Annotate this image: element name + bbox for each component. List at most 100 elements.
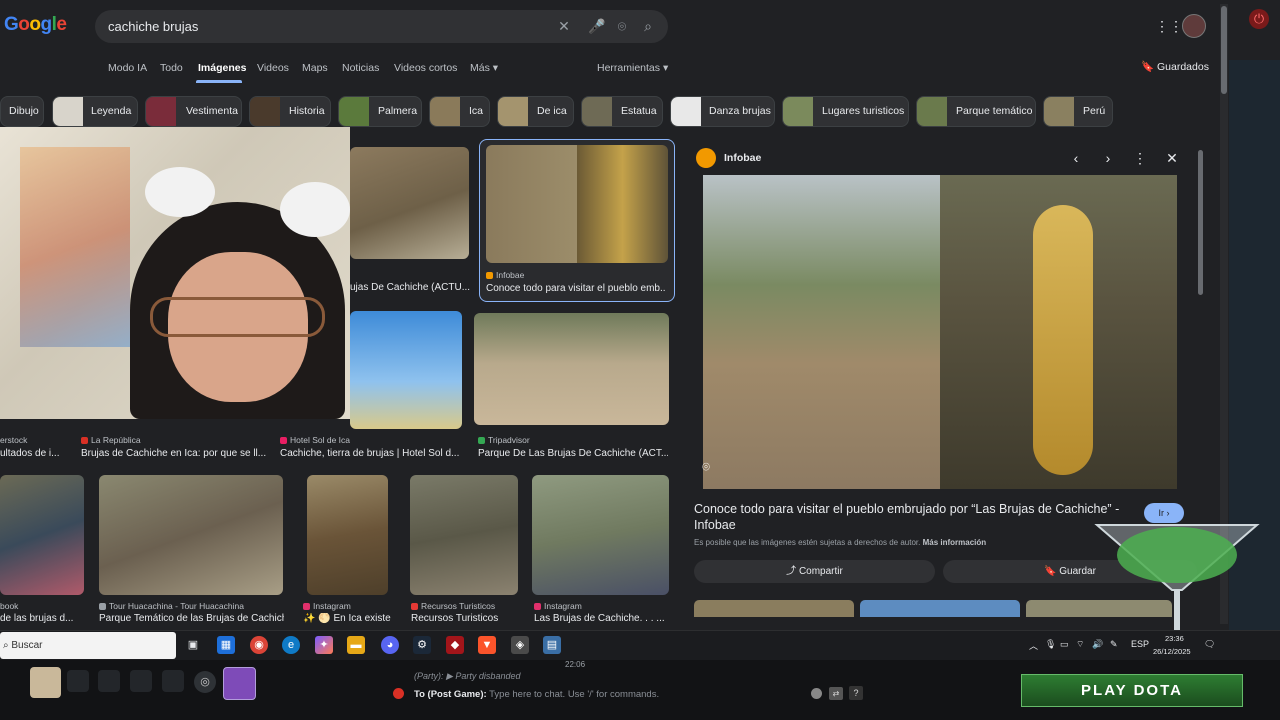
- chip-vestimenta[interactable]: Vestimenta: [145, 96, 242, 127]
- clear-icon[interactable]: ✕: [556, 18, 572, 34]
- related-image[interactable]: [860, 600, 1020, 617]
- store-icon[interactable]: ▦: [217, 636, 235, 654]
- chip-ica[interactable]: Ica: [429, 96, 490, 127]
- lens-search-icon[interactable]: ⌾: [697, 458, 715, 476]
- google-logo[interactable]: Google: [4, 14, 67, 36]
- more-options-icon[interactable]: ⋮: [1131, 149, 1149, 167]
- tools-button[interactable]: Herramientas ▾: [597, 62, 668, 74]
- result-image[interactable]: [350, 147, 469, 259]
- tab-todo[interactable]: Todo: [160, 62, 183, 74]
- translate-icon[interactable]: ⇄: [829, 687, 843, 700]
- page-scroll-thumb[interactable]: [1221, 6, 1227, 94]
- result-image[interactable]: [474, 313, 669, 425]
- volume-icon[interactable]: 🔊: [1092, 639, 1103, 650]
- apps-grid-icon[interactable]: ⋮⋮: [1155, 18, 1183, 34]
- chip-estatua[interactable]: Estatua: [581, 96, 663, 127]
- help-icon[interactable]: ?: [849, 686, 863, 700]
- chip-parque-tematico[interactable]: Parque temático: [916, 96, 1036, 127]
- file-explorer-icon[interactable]: ▬: [347, 636, 365, 654]
- result-image[interactable]: [532, 475, 669, 595]
- search-icon[interactable]: ⌕: [640, 18, 656, 34]
- search-input[interactable]: cachiche brujas: [108, 19, 198, 34]
- panel-source[interactable]: Infobae: [724, 152, 761, 164]
- app-icon[interactable]: ◈: [511, 636, 529, 654]
- tab-images[interactable]: Imágenes: [198, 62, 246, 74]
- play-dota-button[interactable]: PLAY DOTA: [1021, 674, 1243, 707]
- hero-portrait[interactable]: [223, 667, 256, 700]
- result-title[interactable]: de las brujas d...: [0, 613, 80, 624]
- taskbar-search[interactable]: ⌕ Buscar: [0, 632, 176, 659]
- tray-chevron-icon[interactable]: ︿: [1029, 639, 1038, 652]
- chip-lugares-turisticos[interactable]: Lugares turisticos: [782, 96, 909, 127]
- related-image[interactable]: [694, 600, 854, 617]
- result-title[interactable]: ultados de i...: [0, 448, 75, 459]
- panel-title[interactable]: Conoce todo para visitar el pueblo embru…: [694, 501, 1124, 533]
- saved-button[interactable]: 🔖 Guardados: [1141, 60, 1209, 73]
- party-slot[interactable]: [98, 670, 120, 692]
- result-title[interactable]: ✨ 🌕 En Ica existe ...: [303, 613, 393, 624]
- tab-maps[interactable]: Maps: [302, 62, 328, 74]
- network-icon[interactable]: ⌔: [1076, 639, 1084, 650]
- result-title[interactable]: ujas De Cachiche (ACTU...: [350, 282, 470, 293]
- result-title[interactable]: Conoce todo para visitar el pueblo emb..…: [486, 283, 666, 294]
- close-icon[interactable]: ✕: [1163, 149, 1181, 167]
- result-title[interactable]: Parque Temático de las Brujas de Cachich…: [99, 613, 284, 624]
- result-title[interactable]: Las Brujas de Cachiche. . . ...: [534, 613, 669, 624]
- copilot-icon[interactable]: ✦: [315, 636, 333, 654]
- result-image[interactable]: [410, 475, 518, 595]
- chip-danza-brujas[interactable]: Danza brujas: [670, 96, 775, 127]
- chat-input[interactable]: To (Post Game): Type here to chat. Use '…: [414, 689, 659, 700]
- discord-icon[interactable]: ◕: [381, 636, 399, 654]
- chip-peru[interactable]: Perú: [1043, 96, 1113, 127]
- panel-scroll-thumb[interactable]: [1198, 150, 1203, 295]
- clock-time[interactable]: 23:36: [1165, 634, 1184, 643]
- result-title[interactable]: Recursos Turisticos: [411, 613, 521, 624]
- party-slot[interactable]: [162, 670, 184, 692]
- headset-icon[interactable]: ◎: [194, 671, 216, 693]
- preview-image[interactable]: [703, 175, 1177, 489]
- emoji-icon[interactable]: [811, 688, 822, 699]
- notifications-icon[interactable]: 🗨: [1204, 639, 1215, 650]
- search-bar[interactable]: cachiche brujas ✕ 🎤 ⌾ ⌕: [95, 10, 668, 43]
- chip-historia[interactable]: Historia: [249, 96, 331, 127]
- result-image[interactable]: [486, 145, 668, 263]
- microphone-icon[interactable]: 🎤: [588, 18, 605, 34]
- chip-leyenda[interactable]: Leyenda: [52, 96, 138, 127]
- chip-de-ica[interactable]: De ica: [497, 96, 574, 127]
- battery-icon[interactable]: ▭: [1060, 639, 1069, 650]
- share-button[interactable]: ⤴ Compartir: [694, 560, 935, 583]
- brave-icon[interactable]: ▼: [478, 636, 496, 654]
- result-image[interactable]: [99, 475, 283, 595]
- party-slot[interactable]: [67, 670, 89, 692]
- power-icon[interactable]: ⏻: [1249, 9, 1269, 29]
- more-info-link[interactable]: Más información: [923, 538, 987, 547]
- player-avatar[interactable]: [30, 667, 61, 698]
- task-view-icon[interactable]: ▣: [184, 636, 202, 654]
- microphone-icon[interactable]: 🎙: [1045, 639, 1056, 650]
- avatar[interactable]: [1182, 14, 1206, 38]
- previous-icon[interactable]: ‹: [1067, 149, 1085, 167]
- chrome-icon[interactable]: ◉: [250, 636, 268, 654]
- lens-icon[interactable]: ⌾: [614, 18, 630, 34]
- chip-dibujo[interactable]: Dibujo: [0, 96, 44, 127]
- calculator-icon[interactable]: ▤: [543, 636, 561, 654]
- clock-date[interactable]: 26/12/2025: [1153, 647, 1191, 656]
- tab-noticias[interactable]: Noticias: [342, 62, 379, 74]
- tab-videos-cortos[interactable]: Videos cortos: [394, 62, 457, 74]
- tab-more[interactable]: Más ▾: [470, 62, 498, 74]
- tab-videos[interactable]: Videos: [257, 62, 289, 74]
- chip-palmera[interactable]: Palmera: [338, 96, 422, 127]
- result-title[interactable]: Brujas de Cachiche en Ica: por que se ll…: [81, 448, 271, 459]
- result-title[interactable]: Cachiche, tierra de brujas | Hotel Sol d…: [280, 448, 460, 459]
- tab-modo-ia[interactable]: Modo IA: [108, 62, 147, 74]
- result-image[interactable]: [350, 311, 462, 429]
- pen-icon[interactable]: ✎: [1110, 639, 1118, 650]
- language-indicator[interactable]: ESP: [1131, 639, 1149, 649]
- result-title[interactable]: Parque De Las Brujas De Cachiche (ACT...: [478, 448, 668, 459]
- steam-icon[interactable]: ⚙: [413, 636, 431, 654]
- party-slot[interactable]: [130, 670, 152, 692]
- dota-icon[interactable]: ◆: [446, 636, 464, 654]
- result-image[interactable]: [0, 475, 84, 595]
- edge-icon[interactable]: e: [282, 636, 300, 654]
- next-icon[interactable]: ›: [1099, 149, 1117, 167]
